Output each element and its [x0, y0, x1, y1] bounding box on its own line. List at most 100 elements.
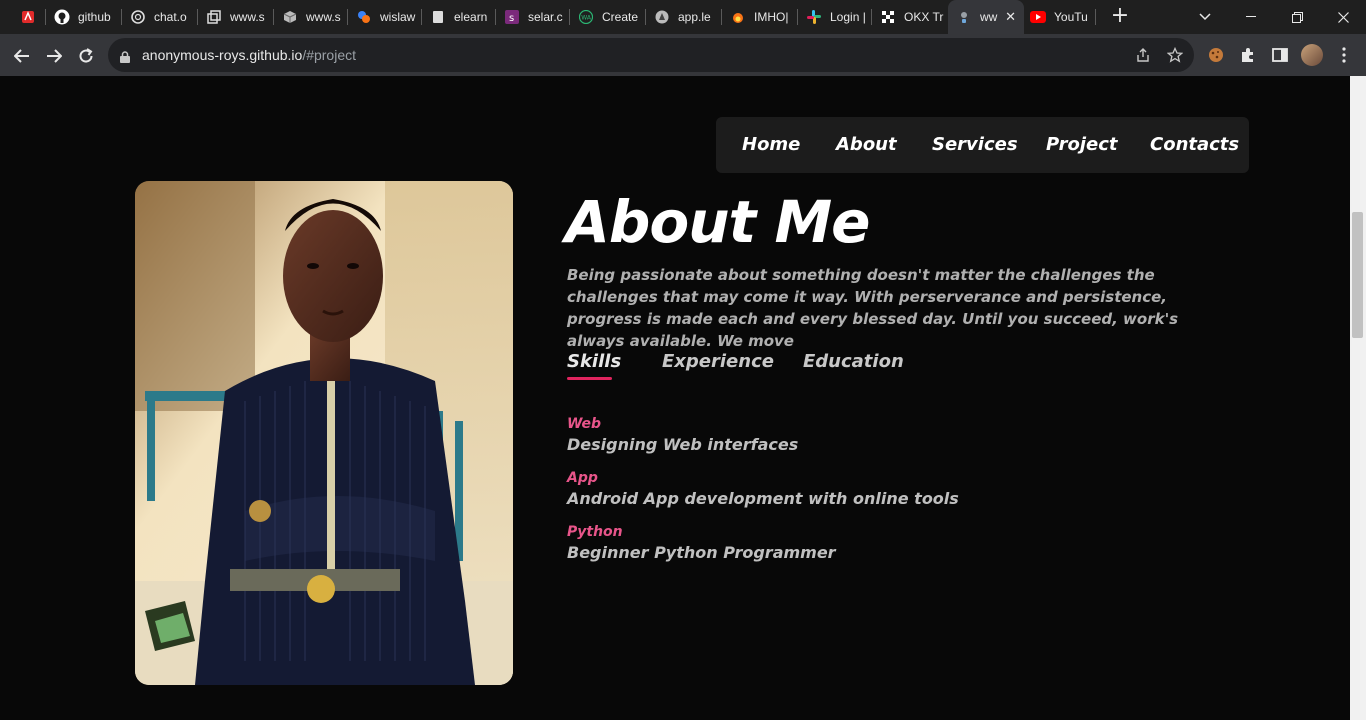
browser-tab[interactable]: Login | [798, 0, 872, 34]
tab-search-button[interactable] [1182, 0, 1228, 34]
skill-item: Python Beginner Python Programmer [567, 524, 836, 562]
globe-icon [956, 9, 972, 25]
nav-services[interactable]: Services [932, 134, 1018, 155]
browser-tab-bar: github chat.o www.s www.s wislaw elearn [0, 0, 1366, 34]
skill-description: Designing Web interfaces [567, 435, 799, 454]
close-window-button[interactable] [1320, 0, 1366, 34]
tab-title: github [78, 10, 111, 24]
forward-button[interactable] [40, 42, 68, 70]
colorful-icon [356, 9, 372, 25]
minimize-button[interactable] [1228, 0, 1274, 34]
browser-tab[interactable]: OKX Tr [872, 0, 948, 34]
browser-toolbar: anonymous-roys.github.io/#project [0, 34, 1366, 76]
browser-tab[interactable]: app.le [646, 0, 722, 34]
page-content: Home About Services Project Contacts Abo… [0, 76, 1350, 720]
tab-title: YouTu [1054, 10, 1088, 24]
address-bar[interactable]: anonymous-roys.github.io/#project [108, 38, 1194, 72]
restore-icon [1291, 11, 1303, 23]
shield-icon [654, 9, 670, 25]
close-icon [1337, 11, 1349, 23]
skill-item: Web Designing Web interfaces [567, 416, 798, 454]
wa-icon: WA [578, 9, 594, 25]
extensions-puzzle-icon[interactable] [1238, 45, 1258, 65]
back-button[interactable] [8, 42, 36, 70]
github-icon [54, 9, 70, 25]
page-icon [430, 9, 446, 25]
tab-experience[interactable]: Experience [662, 351, 774, 372]
profile-avatar[interactable] [1301, 44, 1323, 66]
tab-title: Create [602, 10, 639, 24]
lock-icon [120, 48, 130, 67]
browser-tab[interactable]: github [46, 0, 122, 34]
browser-tab[interactable]: IMHO| [722, 0, 798, 34]
share-icon[interactable] [1134, 46, 1152, 64]
about-intro: Being passionate about something doesn't… [567, 266, 1179, 350]
restore-button[interactable] [1274, 0, 1320, 34]
browser-tab[interactable]: YouTu [1024, 0, 1096, 34]
new-tab-button[interactable]: + [1108, 5, 1132, 29]
nav-about[interactable]: About [836, 134, 897, 155]
browser-tab[interactable]: s selar.c [496, 0, 570, 34]
cube-icon [282, 9, 298, 25]
url-text: anonymous-roys.github.io/#project [142, 47, 356, 63]
arrow-left-icon [14, 49, 29, 63]
tab-title: Login | [830, 10, 866, 24]
cookie-extension-icon[interactable] [1206, 45, 1226, 65]
browser-tab[interactable]: chat.o [122, 0, 198, 34]
tab-title: www.s [230, 10, 265, 24]
browser-tab[interactable]: elearn [422, 0, 496, 34]
tab-title: IMHO| [754, 10, 789, 24]
pdf-icon [20, 9, 36, 25]
close-tab-icon[interactable]: ✕ [1005, 9, 1016, 25]
browser-tab[interactable]: www.s [198, 0, 274, 34]
minimize-icon [1246, 16, 1256, 17]
svg-text:s: s [509, 13, 514, 24]
tab-education[interactable]: Education [803, 351, 904, 372]
skill-description: Android App development with online tool… [567, 489, 959, 508]
url-host: anonymous-roys.github.io [142, 47, 303, 63]
nav-home[interactable]: Home [742, 134, 800, 155]
main-nav: Home About Services Project Contacts [716, 117, 1249, 173]
skill-description: Beginner Python Programmer [567, 543, 836, 562]
browser-tab[interactable] [8, 0, 46, 34]
chevron-down-icon [1199, 13, 1211, 21]
tab-title: selar.c [528, 10, 563, 24]
browser-tab[interactable]: WA Create [570, 0, 646, 34]
skill-name: App [567, 470, 598, 486]
nav-contacts[interactable]: Contacts [1150, 134, 1239, 155]
okx-icon [880, 9, 896, 25]
reload-icon [79, 48, 93, 63]
tab-title: app.le [678, 10, 711, 24]
tab-title: chat.o [154, 10, 187, 24]
reload-button[interactable] [72, 42, 100, 70]
fire-icon [730, 9, 746, 25]
openai-icon [130, 9, 146, 25]
url-path: /#project [302, 47, 357, 63]
profile-photo [135, 181, 513, 685]
skill-name: Web [567, 416, 602, 432]
tab-title: elearn [454, 10, 488, 24]
tab-title: ww [980, 10, 998, 24]
star-icon[interactable] [1166, 46, 1184, 64]
arrow-right-icon [47, 49, 62, 63]
tab-title: OKX Tr [904, 10, 944, 24]
more-menu-icon[interactable] [1334, 45, 1354, 65]
side-panel-icon[interactable] [1270, 45, 1290, 65]
selar-icon: s [504, 9, 520, 25]
about-title: About Me [565, 188, 871, 256]
page-scrollbar[interactable] [1350, 76, 1366, 720]
scrollbar-thumb[interactable] [1352, 212, 1363, 338]
skill-name: Python [567, 524, 623, 540]
browser-tab[interactable]: www.s [274, 0, 348, 34]
browser-tab-active[interactable]: ww ✕ [948, 0, 1024, 34]
active-tab-indicator [567, 377, 612, 380]
youtube-icon [1030, 9, 1046, 25]
nav-project[interactable]: Project [1046, 134, 1118, 155]
window-icon [206, 9, 222, 25]
tab-title: wislaw [380, 10, 416, 24]
slack-icon [806, 9, 822, 25]
tab-skills[interactable]: Skills [567, 351, 621, 372]
svg-text:WA: WA [581, 15, 592, 22]
browser-tab[interactable]: wislaw [348, 0, 422, 34]
skill-item: App Android App development with online … [567, 470, 959, 508]
